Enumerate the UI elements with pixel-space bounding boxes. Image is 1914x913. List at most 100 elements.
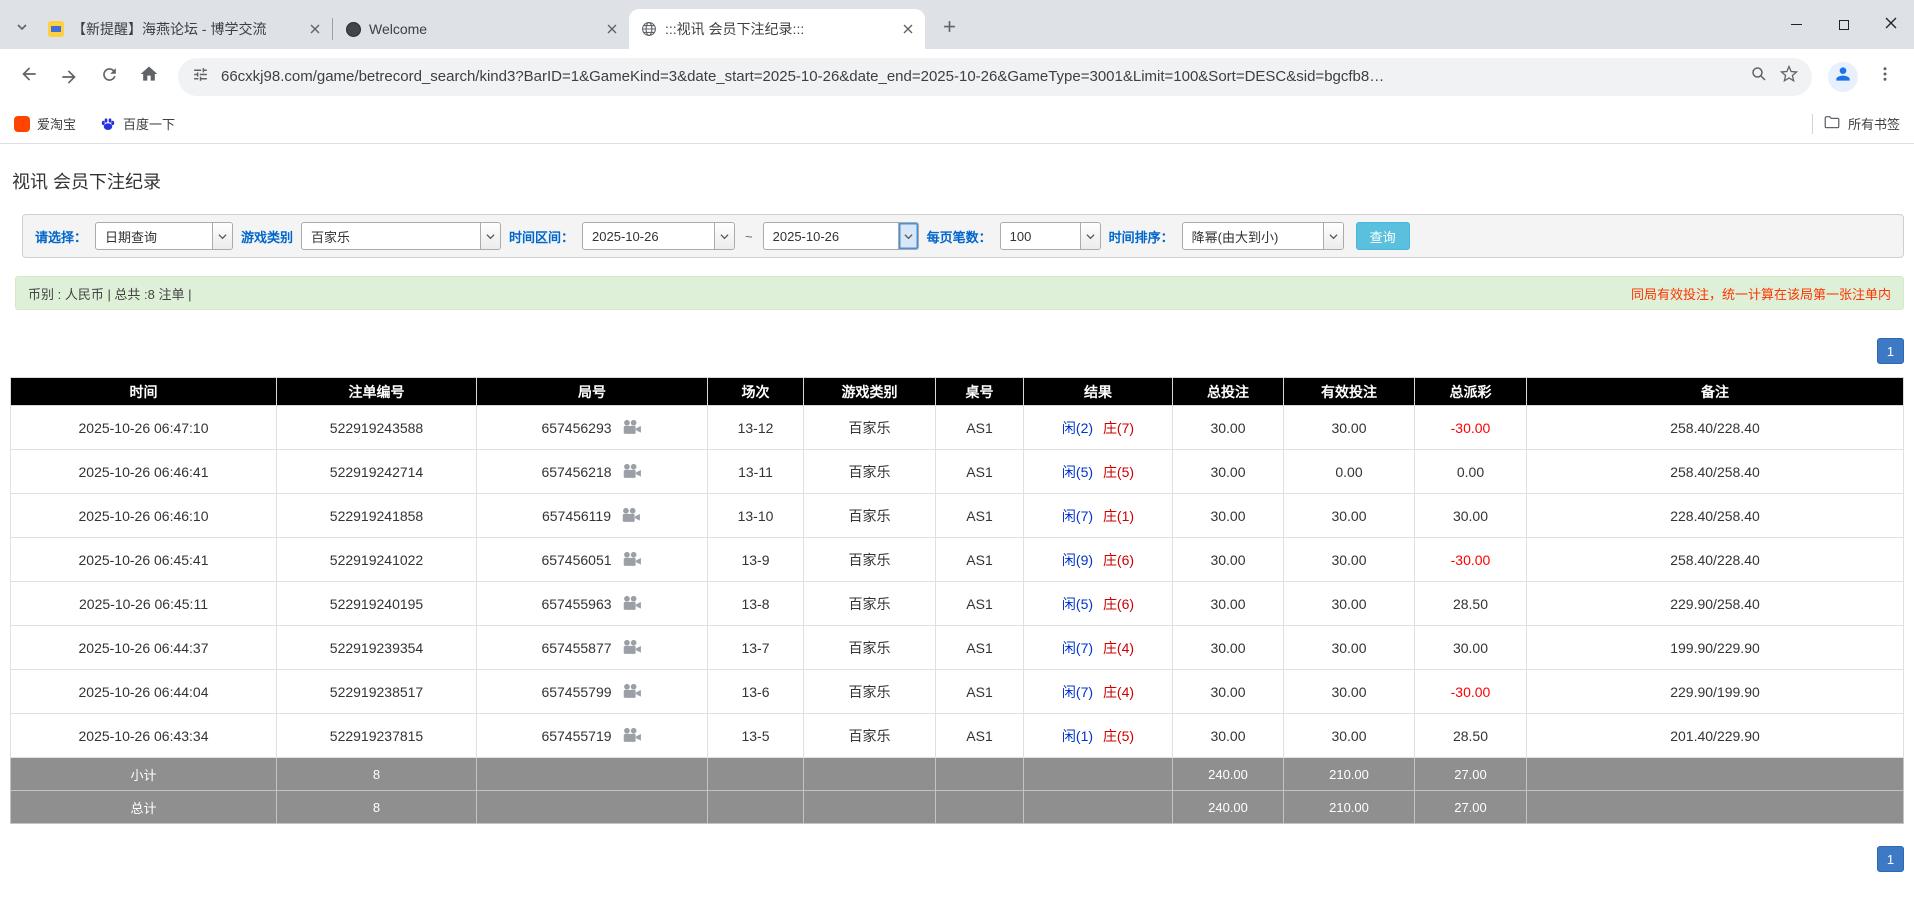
search-button[interactable]: 查询 [1356, 222, 1410, 250]
date-end-select[interactable]: 2025-10-26 [763, 222, 919, 250]
video-camera-icon[interactable] [621, 639, 643, 656]
subtotal-row: 小计 8 240.00 210.00 27.00 [11, 758, 1904, 791]
video-camera-icon[interactable] [620, 507, 642, 524]
video-camera-icon[interactable] [621, 551, 643, 568]
round-id: 657456218 [541, 464, 611, 480]
valid-bet-cell: 30.00 [1284, 494, 1415, 538]
bet-id-cell: 522919242714 [277, 450, 477, 494]
reload-button[interactable] [90, 58, 128, 96]
tab-forum[interactable]: 【新提醒】海燕论坛 - 博学交流 [36, 9, 332, 49]
total-bet-link[interactable]: 30.00 [1173, 582, 1284, 626]
date-range-tilde: ~ [743, 229, 755, 244]
result-cell: 闲(5) 庄(6) [1024, 582, 1173, 626]
menu-button[interactable] [1866, 58, 1904, 96]
note-cell: 258.40/228.40 [1527, 538, 1904, 582]
result-player: 闲(7) [1062, 508, 1093, 524]
note-cell: 229.90/258.40 [1527, 582, 1904, 626]
page-size-label: 每页笔数： [927, 227, 992, 246]
total-bet-link[interactable]: 30.00 [1173, 670, 1284, 714]
total-bet-link[interactable]: 30.00 [1173, 406, 1284, 450]
round-cell: 657456119 [477, 494, 708, 538]
table-no-cell: AS1 [936, 670, 1024, 714]
round-id: 657456119 [542, 508, 611, 524]
video-camera-icon[interactable] [621, 683, 643, 700]
result-player: 闲(7) [1062, 684, 1093, 700]
tab-title: Welcome [369, 21, 593, 37]
sort-select[interactable]: 降幂(由大到小) [1182, 222, 1344, 250]
bookmark-star-icon[interactable] [1780, 65, 1798, 88]
minimize-button[interactable] [1773, 0, 1820, 49]
round-cell: 657455719 [477, 714, 708, 758]
game-type-cell: 百家乐 [804, 494, 936, 538]
tab-title: 【新提醒】海燕论坛 - 博学交流 [72, 19, 296, 39]
home-button[interactable] [130, 58, 168, 96]
page-size-select[interactable]: 100 [1000, 222, 1101, 250]
date-range-label: 时间区间： [509, 227, 574, 246]
page-1-button[interactable]: 1 [1877, 338, 1904, 364]
total-bet-link[interactable]: 30.00 [1173, 714, 1284, 758]
total-bet-link[interactable]: 30.00 [1173, 450, 1284, 494]
page-1-button[interactable]: 1 [1877, 846, 1904, 872]
result-player: 闲(5) [1062, 464, 1093, 480]
bet-id-cell: 522919238517 [277, 670, 477, 714]
session-cell: 13-10 [708, 494, 804, 538]
valid-bet-cell: 30.00 [1284, 582, 1415, 626]
address-bar[interactable]: 66cxkj98.com/game/betrecord_search/kind3… [178, 58, 1812, 96]
video-camera-icon[interactable] [621, 595, 643, 612]
round-id: 657456293 [541, 420, 611, 436]
bookmark-taobao[interactable]: 爱淘宝 [14, 114, 76, 133]
round-cell: 657455877 [477, 626, 708, 670]
maximize-button[interactable] [1820, 0, 1867, 49]
chevron-down-icon [16, 20, 28, 38]
table-row: 2025-10-26 06:44:37 522919239354 6574558… [11, 626, 1904, 670]
subtotal-count: 8 [277, 758, 477, 791]
col-header-session: 场次 [708, 378, 804, 406]
video-camera-icon[interactable] [621, 463, 643, 480]
valid-bet-cell: 30.00 [1284, 538, 1415, 582]
date-start-select[interactable]: 2025-10-26 [582, 222, 735, 250]
url-text[interactable]: 66cxkj98.com/game/betrecord_search/kind3… [221, 68, 1738, 85]
game-type-cell: 百家乐 [804, 714, 936, 758]
close-window-button[interactable] [1867, 0, 1914, 49]
pagination-top: 1 [10, 338, 1904, 364]
video-camera-icon[interactable] [621, 419, 643, 436]
total-valid-bet: 210.00 [1284, 791, 1415, 824]
tab-welcome[interactable]: Welcome [333, 9, 629, 49]
payout-cell: 30.00 [1415, 626, 1527, 670]
table-row: 2025-10-26 06:45:11 522919240195 6574559… [11, 582, 1904, 626]
query-mode-select[interactable]: 日期查询 [95, 222, 233, 250]
welcome-favicon-icon [345, 21, 361, 37]
total-bet-link[interactable]: 30.00 [1173, 538, 1284, 582]
time-cell: 2025-10-26 06:47:10 [11, 406, 277, 450]
all-bookmarks-button[interactable]: 所有书签 [1823, 113, 1900, 134]
tab-close-icon[interactable] [304, 18, 326, 40]
tab-close-icon[interactable] [601, 18, 623, 40]
game-type-select[interactable]: 百家乐 [301, 222, 501, 250]
result-cell: 闲(1) 庄(5) [1024, 714, 1173, 758]
tab-close-icon[interactable] [897, 18, 919, 40]
table-no-cell: AS1 [936, 406, 1024, 450]
round-id: 657455799 [541, 684, 611, 700]
result-player: 闲(1) [1062, 728, 1093, 744]
tab-strip: 【新提醒】海燕论坛 - 博学交流 Welcome :::视讯 会员下注纪录::: [0, 0, 1914, 49]
bet-id-cell: 522919241858 [277, 494, 477, 538]
table-row: 2025-10-26 06:45:41 522919241022 6574560… [11, 538, 1904, 582]
subtotal-valid-bet: 210.00 [1284, 758, 1415, 791]
tab-bet-records-active[interactable]: :::视讯 会员下注纪录::: [629, 9, 925, 49]
new-tab-button[interactable] [933, 13, 965, 45]
tab-search-button[interactable] [8, 9, 36, 49]
valid-bet-cell: 30.00 [1284, 670, 1415, 714]
total-bet-link[interactable]: 30.00 [1173, 494, 1284, 538]
forward-button[interactable] [50, 58, 88, 96]
video-camera-icon[interactable] [621, 727, 643, 744]
table-row: 2025-10-26 06:47:10 522919243588 6574562… [11, 406, 1904, 450]
total-bet-link[interactable]: 30.00 [1173, 626, 1284, 670]
site-info-icon[interactable] [192, 66, 209, 88]
profile-avatar[interactable] [1828, 62, 1858, 92]
zoom-icon[interactable] [1750, 65, 1768, 88]
total-payout: 27.00 [1415, 791, 1527, 824]
back-button[interactable] [10, 58, 48, 96]
bookmark-baidu[interactable]: 百度一下 [100, 114, 175, 133]
baidu-paw-icon [100, 116, 116, 132]
col-header-round: 局号 [477, 378, 708, 406]
